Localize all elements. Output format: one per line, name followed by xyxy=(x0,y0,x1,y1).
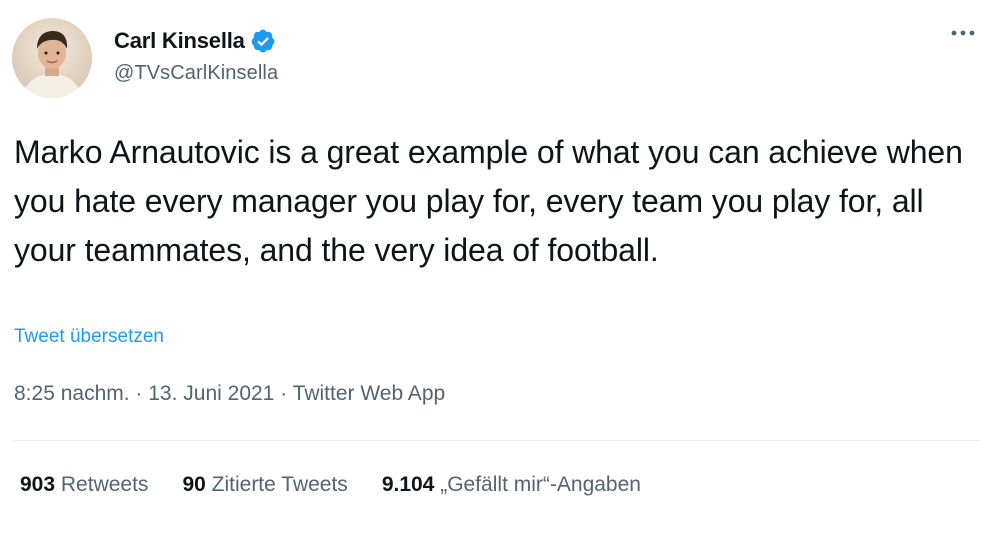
tweet-text: Marko Arnautovic is a great example of w… xyxy=(14,134,963,268)
tweet-meta: 8:25 nachm. · 13. Juni 2021 · Twitter We… xyxy=(14,382,445,406)
tweet-date[interactable]: 13. Juni 2021 xyxy=(148,382,274,405)
retweets-stat[interactable]: 903 Retweets xyxy=(20,473,148,497)
divider xyxy=(14,440,980,441)
verified-badge-icon xyxy=(250,28,276,54)
retweets-label: Retweets xyxy=(60,473,149,496)
quote-tweets-stat[interactable]: 90 Zitierte Tweets xyxy=(182,473,347,497)
tweet-card: Carl Kinsella @TVsCarlKinsella Marko Arn… xyxy=(0,0,1000,546)
engagement-stats: 903 Retweets 90 Zitierte Tweets 9.104 „G… xyxy=(20,473,675,497)
quote-tweets-label: Zitierte Tweets xyxy=(211,473,348,496)
retweets-count: 903 xyxy=(20,473,56,496)
tweet-source[interactable]: Twitter Web App xyxy=(293,382,446,405)
likes-stat[interactable]: 9.104 „Gefällt mir“-Angaben xyxy=(382,473,641,497)
meta-separator: · xyxy=(274,382,293,405)
quote-tweets-count: 90 xyxy=(182,473,206,496)
likes-label: „Gefällt mir“-Angaben xyxy=(440,473,641,496)
avatar-image xyxy=(12,18,92,98)
display-name[interactable]: Carl Kinsella xyxy=(114,28,245,54)
translate-tweet-link[interactable]: Tweet übersetzen xyxy=(14,326,164,348)
handle[interactable]: @TVsCarlKinsella xyxy=(114,62,278,85)
meta-separator: · xyxy=(129,382,149,405)
avatar[interactable] xyxy=(12,18,92,98)
likes-count: 9.104 xyxy=(381,473,435,496)
more-options-icon[interactable] xyxy=(946,18,980,48)
tweet-time[interactable]: 8:25 nachm. xyxy=(14,382,130,405)
author-block: Carl Kinsella @TVsCarlKinsella xyxy=(114,26,278,85)
name-row: Carl Kinsella xyxy=(114,26,278,56)
